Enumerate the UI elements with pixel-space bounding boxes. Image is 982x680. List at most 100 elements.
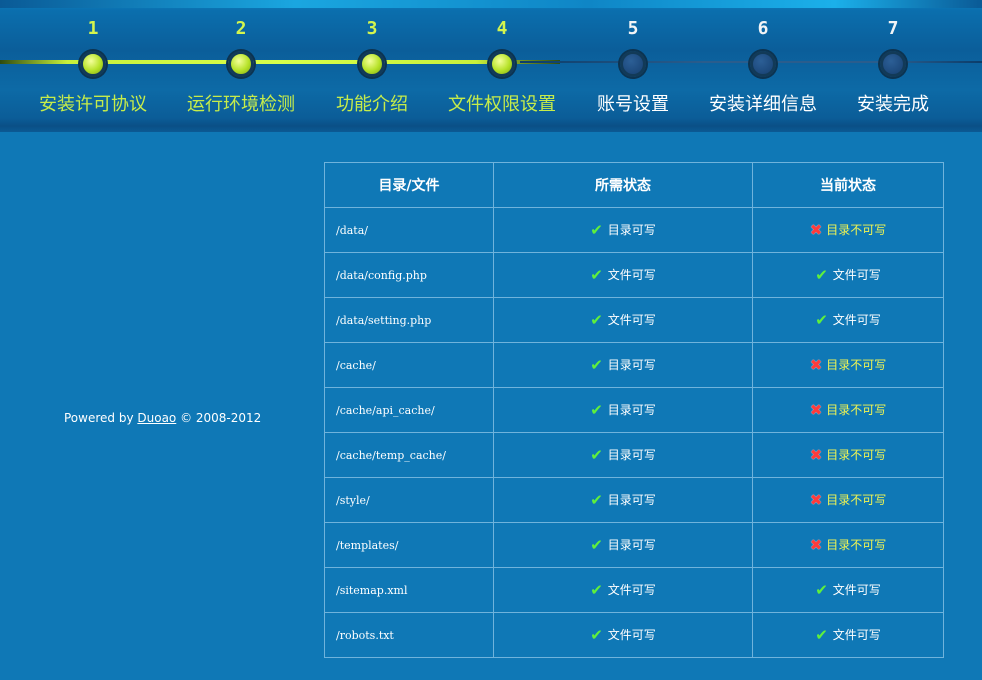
required-status-text: 目录可写 [607,493,656,507]
current-status-cell: ✖ 目录不可写 [752,522,944,568]
step-number: 2 [235,18,247,39]
check-icon: ✔ [590,311,603,329]
table-row: /data/setting.php ✔ 文件可写 ✔ 文件可写 [324,297,944,343]
path-cell: /sitemap.xml [324,567,494,613]
check-icon: ✔ [815,581,828,599]
current-status-cell: ✔ 文件可写 [752,612,944,658]
required-status-cell: ✔ 目录可写 [493,207,753,253]
path-cell: /templates/ [324,522,494,568]
check-icon: ✔ [590,446,603,464]
cross-icon: ✖ [809,491,823,509]
check-icon: ✔ [815,311,828,329]
table-row: /cache/api_cache/ ✔ 目录可写 ✖ 目录不可写 [324,387,944,433]
current-status-text: 文件可写 [832,628,881,642]
step-4: 4 文件权限设置 [432,18,572,116]
step-5: 5 账号设置 [563,18,703,116]
table-row: /templates/ ✔ 目录可写 ✖ 目录不可写 [324,522,944,568]
path-cell: /cache/temp_cache/ [324,432,494,478]
step-label: 账号设置 [597,94,669,115]
required-status-text: 目录可写 [607,538,656,552]
step-dot-icon [359,51,385,77]
path-cell: /cache/api_cache/ [324,387,494,433]
path-cell: /cache/ [324,342,494,388]
check-icon: ✔ [815,266,828,284]
column-header-current: 当前状态 [752,162,944,208]
path-cell: /robots.txt [324,612,494,658]
path-cell: /data/ [324,207,494,253]
step-number: 7 [887,18,899,39]
column-header-path: 目录/文件 [324,162,494,208]
check-icon: ✔ [815,626,828,644]
check-icon: ✔ [590,581,603,599]
path-cell: /style/ [324,477,494,523]
required-status-cell: ✔ 文件可写 [493,297,753,343]
step-6: 6 安装详细信息 [693,18,833,116]
current-status-text: 目录不可写 [826,223,887,237]
required-status-cell: ✔ 目录可写 [493,522,753,568]
install-progress-header: 1 安装许可协议 2 运行环境检测 3 功能介绍 4 文件权限设置 5 账号设置… [0,0,982,132]
step-label: 功能介绍 [336,94,408,115]
required-status-text: 目录可写 [607,403,656,417]
required-status-text: 文件可写 [607,313,656,327]
step-dot-icon [489,51,515,77]
table-row: /cache/ ✔ 目录可写 ✖ 目录不可写 [324,342,944,388]
cross-icon: ✖ [809,401,823,419]
required-status-text: 目录可写 [607,448,656,462]
current-status-text: 文件可写 [832,583,881,597]
current-status-cell: ✖ 目录不可写 [752,432,944,478]
step-label: 安装许可协议 [39,94,147,115]
current-status-cell: ✖ 目录不可写 [752,342,944,388]
current-status-cell: ✖ 目录不可写 [752,387,944,433]
table-row: /data/ ✔ 目录可写 ✖ 目录不可写 [324,207,944,253]
check-icon: ✔ [590,536,603,554]
cross-icon: ✖ [809,221,823,239]
table-row: /style/ ✔ 目录可写 ✖ 目录不可写 [324,477,944,523]
copyright-text: © 2008-2012 [176,411,262,425]
check-icon: ✔ [590,266,603,284]
check-icon: ✔ [590,221,603,239]
step-label: 安装完成 [857,94,929,115]
vendor-link[interactable]: Duoao [137,411,176,425]
required-status-cell: ✔ 目录可写 [493,477,753,523]
column-header-required: 所需状态 [493,162,753,208]
required-status-cell: ✔ 目录可写 [493,432,753,478]
required-status-text: 文件可写 [607,583,656,597]
check-icon: ✔ [590,626,603,644]
check-icon: ✔ [590,401,603,419]
required-status-cell: ✔ 目录可写 [493,387,753,433]
permissions-table-body: /data/✔ 目录可写 ✖ 目录不可写/data/config.php ✔ 文件可写 ✔ 文… [324,207,944,658]
current-status-text: 目录不可写 [826,358,887,372]
step-3: 3 功能介绍 [302,18,442,116]
required-status-cell: ✔ 文件可写 [493,252,753,298]
table-row: /data/config.php ✔ 文件可写 ✔ 文件可写 [324,252,944,298]
step-2: 2 运行环境检测 [171,18,311,116]
current-status-text: 目录不可写 [826,538,887,552]
current-status-text: 文件可写 [832,268,881,282]
cross-icon: ✖ [809,356,823,374]
required-status-text: 目录可写 [607,358,656,372]
step-dot-icon [80,51,106,77]
current-status-cell: ✔ 文件可写 [752,297,944,343]
required-status-text: 文件可写 [607,628,656,642]
step-number: 5 [627,18,639,39]
table-header-row: 目录/文件 所需状态 当前状态 [324,162,944,208]
step-number: 4 [496,18,508,39]
step-dot-icon [880,51,906,77]
table-row: /cache/temp_cache/ ✔ 目录可写 ✖ 目录不可写 [324,432,944,478]
required-status-cell: ✔ 文件可写 [493,567,753,613]
step-dot-icon [620,51,646,77]
current-status-text: 文件可写 [832,313,881,327]
powered-by-footer: Powered by Duoao © 2008-2012 [64,411,261,425]
required-status-text: 目录可写 [607,223,656,237]
step-label: 运行环境检测 [187,94,295,115]
check-icon: ✔ [590,356,603,374]
step-number: 1 [87,18,99,39]
current-status-cell: ✔ 文件可写 [752,567,944,613]
permissions-table: 目录/文件 所需状态 当前状态 /data/✔ 目录可写 ✖ 目录不可写/data/c… [324,162,944,658]
powered-by-prefix: Powered by [64,411,138,425]
required-status-cell: ✔ 目录可写 [493,342,753,388]
cross-icon: ✖ [809,446,823,464]
step-number: 6 [757,18,769,39]
step-1: 1 安装许可协议 [23,18,163,116]
check-icon: ✔ [590,491,603,509]
